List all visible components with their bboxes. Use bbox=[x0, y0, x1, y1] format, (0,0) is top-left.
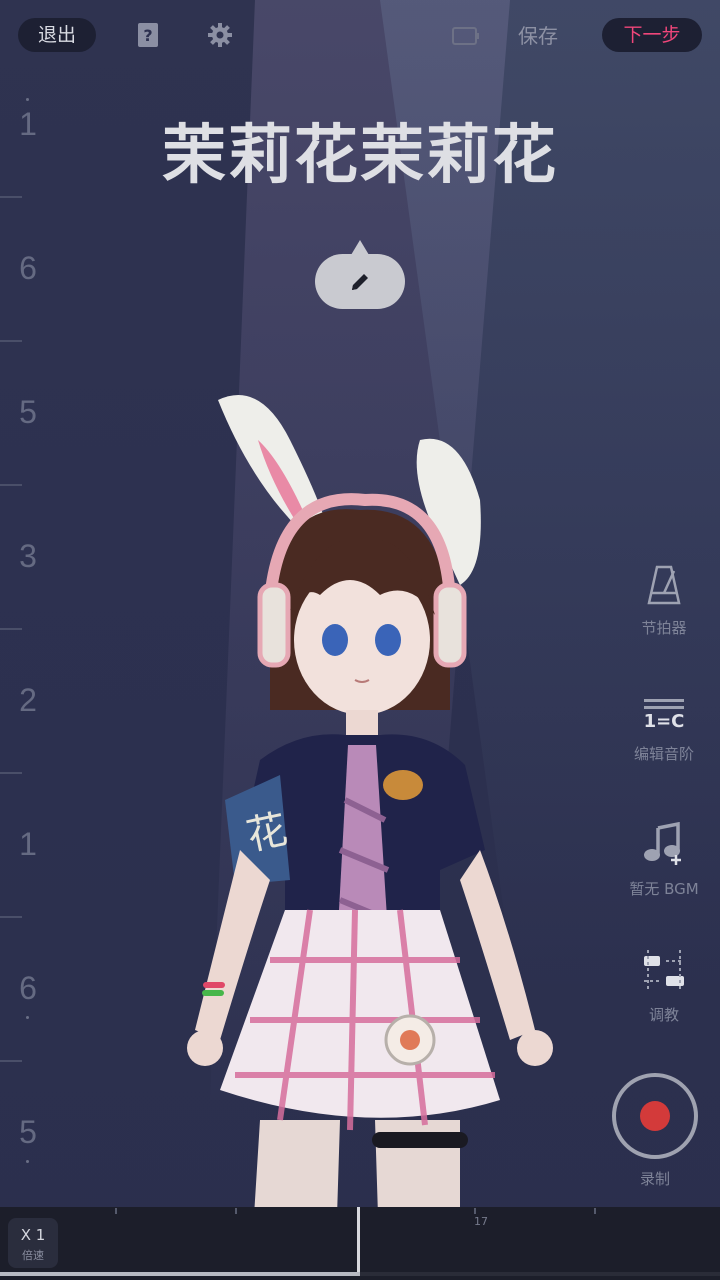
ruler-line bbox=[0, 628, 22, 630]
ruler-number: 1 bbox=[19, 826, 37, 862]
scale-icon-text: 1=C bbox=[643, 711, 685, 732]
ruler-number: 5 bbox=[19, 394, 37, 430]
bgm-label: 暂无 BGM bbox=[629, 880, 699, 898]
save-button[interactable]: 保存 bbox=[518, 18, 558, 54]
playhead[interactable] bbox=[357, 1207, 360, 1275]
music-note-add-icon bbox=[644, 821, 681, 865]
tune-tool[interactable]: 调教 bbox=[626, 950, 702, 1025]
timeline-bar[interactable] bbox=[0, 1207, 720, 1280]
ruler-dot bbox=[26, 1016, 29, 1019]
tune-label: 调教 bbox=[648, 1006, 679, 1024]
ruler-number: 6 bbox=[19, 250, 37, 286]
ruler-line bbox=[0, 1060, 22, 1062]
timeline-tick bbox=[594, 1208, 596, 1214]
metronome-icon bbox=[647, 565, 681, 605]
virtual-singer-character: 花 bbox=[187, 395, 553, 1280]
ruler-dot bbox=[26, 1160, 29, 1163]
next-step-button[interactable]: 下一步 bbox=[602, 18, 702, 52]
metronome-label: 节拍器 bbox=[641, 619, 687, 637]
scale-icon: 1=C bbox=[642, 695, 686, 735]
exit-button[interactable]: 退出 bbox=[18, 18, 96, 52]
ruler-line bbox=[0, 340, 22, 342]
tune-sliders-icon bbox=[644, 950, 684, 992]
speed-button[interactable]: X 1 倍速 bbox=[8, 1218, 58, 1268]
ruler-dot bbox=[26, 98, 29, 101]
ruler-line bbox=[0, 484, 22, 486]
timeline-tick bbox=[235, 1208, 237, 1214]
edit-scale-tool[interactable]: 1=C 编辑音阶 bbox=[626, 695, 702, 764]
progress-bar[interactable] bbox=[0, 1272, 720, 1276]
timeline-tick bbox=[474, 1208, 476, 1214]
ruler-number: 3 bbox=[19, 538, 37, 574]
timeline-tick-label: 17 bbox=[474, 1215, 488, 1228]
ruler-line bbox=[0, 772, 22, 774]
timeline-tick bbox=[115, 1208, 117, 1214]
gear-icon[interactable] bbox=[207, 22, 233, 52]
help-icon[interactable]: ? bbox=[137, 22, 159, 52]
song-title: 茉莉花茉莉花 bbox=[162, 119, 558, 193]
top-bar: 退出 ? 保存 下一步 bbox=[0, 18, 720, 54]
edit-scale-label: 编辑音阶 bbox=[633, 745, 694, 763]
record-button[interactable] bbox=[612, 1073, 698, 1159]
ruler-line bbox=[0, 916, 22, 918]
edit-title-button[interactable] bbox=[315, 240, 405, 309]
pencil-icon bbox=[352, 274, 368, 290]
svg-text:?: ? bbox=[143, 26, 152, 45]
speed-value: X 1 bbox=[20, 1226, 46, 1244]
ruler-number: 6 bbox=[19, 970, 37, 1006]
ruler-number: 5 bbox=[19, 1114, 37, 1150]
record-label: 录制 bbox=[639, 1170, 670, 1188]
record-dot-icon bbox=[640, 1101, 670, 1131]
battery-icon bbox=[452, 27, 480, 49]
bgm-tool[interactable]: 暂无 BGM bbox=[626, 821, 702, 899]
speed-label: 倍速 bbox=[22, 1249, 44, 1262]
ruler-line bbox=[0, 196, 22, 198]
metronome-tool[interactable]: 节拍器 bbox=[626, 565, 702, 638]
ruler-number: 2 bbox=[19, 682, 37, 718]
pitch-ruler: 1 6 5 3 2 1 6 5 bbox=[0, 90, 60, 1190]
progress-fill bbox=[0, 1272, 360, 1276]
